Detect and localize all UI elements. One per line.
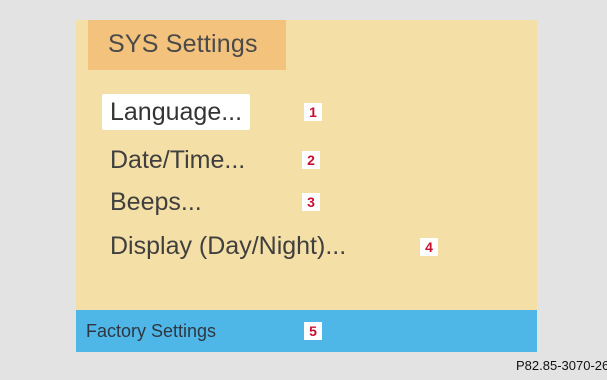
factory-settings-label: Factory Settings [86, 321, 217, 341]
sys-settings-screen: SYS Settings Language... 1 Date/Time... … [76, 20, 537, 352]
factory-settings-bar[interactable]: Factory Settings 5 [76, 310, 537, 352]
title-bar: SYS Settings [88, 20, 286, 70]
callout-badge-3: 3 [302, 193, 320, 211]
screen-title: SYS Settings [108, 30, 258, 58]
callout-badge-4: 4 [420, 238, 438, 256]
callout-badge-2: 2 [302, 151, 320, 169]
menu-item-display-day-night[interactable]: Display (Day/Night)... [102, 228, 354, 264]
figure-reference: P82.85-3070-26 [516, 358, 607, 373]
menu-item-date-time[interactable]: Date/Time... [102, 142, 253, 178]
callout-badge-1: 1 [304, 103, 322, 121]
callout-badge-5: 5 [304, 322, 322, 340]
menu-item-beeps[interactable]: Beeps... [102, 184, 210, 220]
menu-item-language[interactable]: Language... [102, 94, 251, 130]
